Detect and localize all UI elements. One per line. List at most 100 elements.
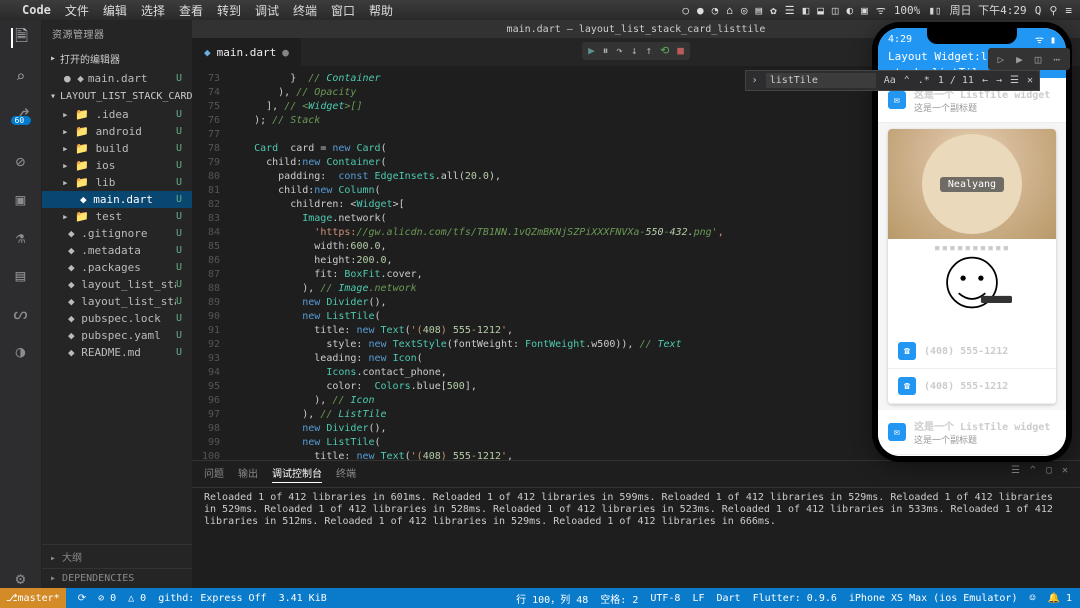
phone-body[interactable]: ✉ 这是一个 ListTile widget这是一个副标题 Nealyang ▪… [878, 78, 1066, 456]
app-name[interactable]: Code [22, 3, 51, 17]
listtile-3[interactable]: 这是一个 ListTile widget [878, 455, 1066, 456]
outline-section[interactable]: ▸ 大纲 [42, 544, 192, 568]
tab-dirty-icon[interactable]: ● [282, 46, 289, 59]
file-item[interactable]: ◆ .gitignoreU [42, 225, 192, 242]
file-item[interactable]: ◆ layout_list_stack_card_listtile_andro.… [42, 276, 192, 293]
find-close-icon[interactable]: ✕ [1027, 75, 1033, 86]
debug-stepout-icon[interactable]: ↑ [645, 44, 652, 58]
panel-tab-debug-console[interactable]: 调试控制台 [272, 465, 322, 483]
folder-item[interactable]: ▸ 📁 iosU [42, 157, 192, 174]
tray-icon[interactable]: ◫ [832, 4, 839, 17]
tray-icon[interactable]: ⌂ [726, 4, 733, 17]
search-icon[interactable]: ⌕ [11, 66, 31, 86]
status-device[interactable]: iPhone XS Max (ios Emulator) [849, 593, 1018, 604]
panel-tab-problems[interactable]: 问题 [204, 465, 224, 483]
menu-help[interactable]: 帮助 [369, 2, 393, 19]
file-item[interactable]: ◆ pubspec.lockU [42, 310, 192, 327]
tray-icon[interactable]: ◎ [741, 4, 748, 17]
split-icon[interactable]: ◫ [1035, 53, 1042, 66]
folder-item[interactable]: ▸ 📁 .ideaU [42, 106, 192, 123]
debug-console-output[interactable]: Reloaded 1 of 412 libraries in 601ms. Re… [192, 488, 1080, 588]
debug-restart-icon[interactable]: ⟲ [660, 44, 669, 58]
tray-icon[interactable]: ○ [682, 4, 689, 17]
status-branch[interactable]: ⎇ master* [0, 588, 66, 608]
menu-extra-icon[interactable]: ≡ [1065, 4, 1072, 17]
debug-stepin-icon[interactable]: ↓ [631, 44, 638, 58]
folder-item[interactable]: ▸ 📁 testU [42, 208, 192, 225]
menu-select[interactable]: 选择 [141, 2, 165, 19]
status-flutter[interactable]: Flutter: 0.9.6 [753, 593, 837, 604]
tray-icon[interactable]: ◧ [803, 4, 810, 17]
open-editors-section[interactable]: ▸ 打开的编辑器 [42, 47, 192, 70]
ext-icon[interactable]: ▤ [11, 265, 31, 285]
debug-stop-icon[interactable]: ■ [677, 44, 684, 58]
file-item[interactable]: ◆ README.mdU [42, 344, 192, 361]
menu-go[interactable]: 转到 [217, 2, 241, 19]
status-warnings[interactable]: △ 0 [128, 593, 146, 604]
play-icon[interactable]: ▶ [1016, 53, 1023, 66]
file-item[interactable]: ◆ pubspec.yamlU [42, 327, 192, 344]
file-item[interactable]: ◆ layout_list_stack_card_listtile.imlU [42, 293, 192, 310]
scm-icon[interactable]: ⎇60 [11, 104, 31, 133]
file-item[interactable]: ◆ .metadataU [42, 242, 192, 259]
status-errors[interactable]: ⊘ 0 [98, 593, 116, 604]
panel-up-icon[interactable]: ^ [1030, 465, 1036, 483]
user-icon[interactable]: Q [1035, 4, 1042, 17]
spotlight-icon[interactable]: ⚲ [1049, 4, 1057, 17]
tray-icon[interactable]: ◔ [712, 4, 719, 17]
folder-item[interactable]: ▸ 📁 buildU [42, 140, 192, 157]
debug-stepover-icon[interactable]: ↷ [616, 44, 623, 58]
folder-item[interactable]: ▸ 📁 androidU [42, 123, 192, 140]
panel-clear-icon[interactable]: ☰ [1011, 465, 1020, 483]
explorer-icon[interactable]: 🗎 [11, 28, 31, 48]
panel-max-icon[interactable]: ▢ [1046, 465, 1052, 483]
panel-close-icon[interactable]: ✕ [1062, 465, 1068, 483]
file-item[interactable]: ◆ main.dartU [42, 191, 192, 208]
status-bell[interactable]: 🔔 1 [1048, 593, 1073, 604]
run-icon[interactable]: ▷ [998, 53, 1005, 66]
card-listtile-2[interactable]: ☎ (408) 555-1212 [888, 369, 1056, 404]
tray-icon[interactable]: ⬓ [817, 4, 824, 17]
status-language[interactable]: Dart [717, 593, 741, 604]
ext-icon[interactable]: ◑ [11, 341, 31, 361]
menu-debug[interactable]: 调试 [255, 2, 279, 19]
status-sync-icon[interactable]: ⟳ [78, 593, 86, 604]
clock[interactable]: 周日 下午4:29 [950, 2, 1027, 18]
panel-tab-output[interactable]: 输出 [238, 465, 258, 483]
status-githd[interactable]: githd: Express Off [158, 593, 266, 604]
project-section[interactable]: ▾ LAYOUT_LIST_STACK_CARD_LISTTILE [42, 87, 192, 106]
tray-icon[interactable]: ● [697, 4, 704, 17]
debug-icon[interactable]: ⊘ [11, 151, 31, 171]
ext-icon[interactable]: ⚗ [11, 227, 31, 247]
status-eol[interactable]: LF [692, 593, 704, 604]
menu-view[interactable]: 查看 [179, 2, 203, 19]
status-cursor[interactable]: 行 100，列 48 [516, 591, 588, 606]
menu-terminal[interactable]: 终端 [293, 2, 317, 19]
tray-icon[interactable]: ✿ [770, 4, 777, 17]
find-prev-icon[interactable]: ← [982, 75, 988, 86]
wifi-icon[interactable]: ᯤ [876, 3, 886, 18]
tray-icon[interactable]: ▣ [861, 4, 868, 17]
status-feedback-icon[interactable]: ☺ [1029, 593, 1035, 604]
menu-file[interactable]: 文件 [65, 2, 89, 19]
settings-icon[interactable]: ⚙ [11, 568, 31, 588]
file-item[interactable]: ◆ .packagesU [42, 259, 192, 276]
menu-window[interactable]: 窗口 [331, 2, 355, 19]
debug-toolbar[interactable]: ▶ ⏸ ↷ ↓ ↑ ⟲ ■ [582, 42, 690, 60]
dependencies-section[interactable]: ▸ DEPENDENCIES [42, 568, 192, 588]
status-encoding[interactable]: UTF-8 [650, 593, 680, 604]
menu-edit[interactable]: 编辑 [103, 2, 127, 19]
find-widget[interactable]: › Aa⌃.* 1 / 11 ← → ☰ ✕ [745, 70, 1040, 91]
tab-main-dart[interactable]: ◆ main.dart ● [192, 38, 302, 66]
ext-icon[interactable]: ᔕ [11, 303, 31, 323]
find-input[interactable] [766, 73, 876, 88]
debug-continue-icon[interactable]: ▶ [588, 44, 595, 58]
extensions-icon[interactable]: ▣ [11, 189, 31, 209]
panel-tab-terminal[interactable]: 终端 [336, 465, 356, 483]
tray-icon[interactable]: ☰ [785, 4, 795, 17]
listtile-2[interactable]: ✉ 这是一个 ListTile widget这是一个副标题 [878, 410, 1066, 455]
card-listtile-1[interactable]: ☎ (408) 555-1212 [888, 334, 1056, 369]
folder-item[interactable]: ▸ 📁 libU [42, 174, 192, 191]
find-next-icon[interactable]: → [996, 75, 1002, 86]
status-spaces[interactable]: 空格: 2 [600, 591, 638, 606]
